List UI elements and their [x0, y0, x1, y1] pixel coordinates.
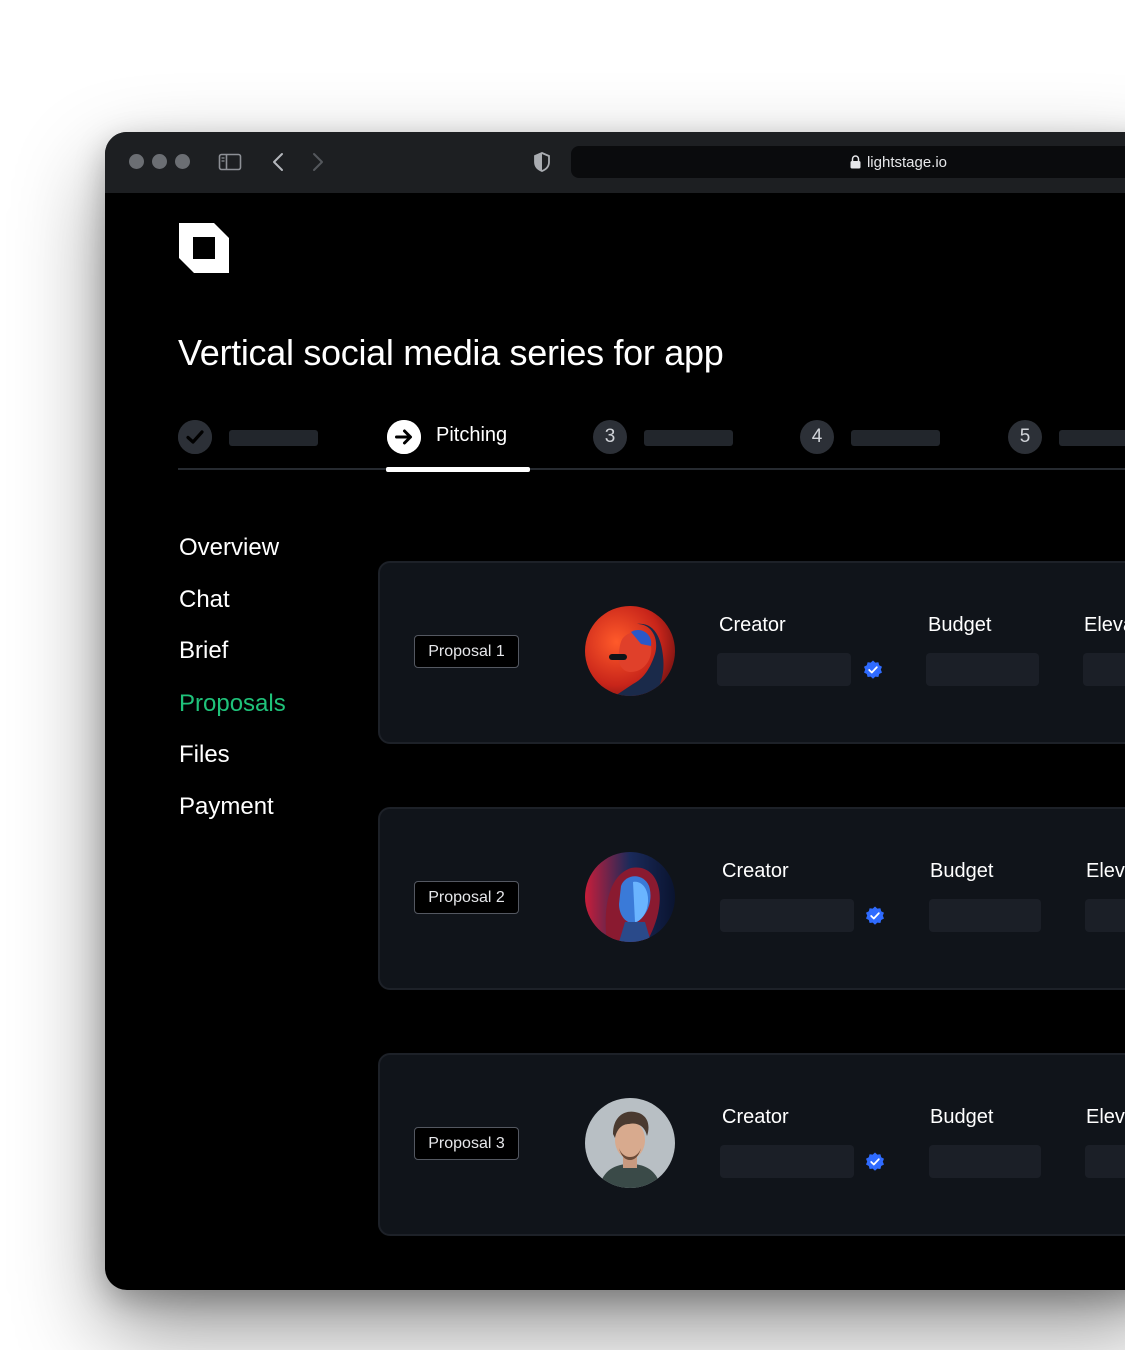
nav-item-payment[interactable]: Payment — [179, 793, 274, 821]
nav-item-overview[interactable]: Overview — [179, 534, 279, 562]
verified-badge-icon — [864, 660, 882, 679]
third-field-placeholder — [1085, 899, 1125, 932]
back-arrow-icon[interactable] — [267, 150, 291, 174]
avatar-neon-woman — [585, 852, 675, 942]
browser-window: lightstage.io Vertical social media seri… — [105, 132, 1125, 1290]
window-zoom-dot[interactable] — [175, 154, 190, 169]
third-field-label: Eleva — [1086, 860, 1125, 882]
address-bar[interactable]: lightstage.io — [571, 146, 1125, 178]
budget-value-placeholder — [926, 653, 1039, 686]
creator-value-placeholder — [717, 653, 851, 686]
step-2-active[interactable] — [387, 420, 421, 454]
third-field-label: Eleva — [1084, 614, 1125, 636]
creator-avatar[interactable] — [585, 852, 675, 942]
shield-icon[interactable] — [530, 150, 554, 174]
third-field-label: Eleva — [1086, 1106, 1125, 1128]
avatar-red-helmet — [585, 606, 675, 696]
creator-avatar[interactable] — [585, 606, 675, 696]
proposal-badge: Proposal 3 — [414, 1127, 519, 1160]
step-1-done[interactable] — [178, 420, 212, 454]
nav-item-brief[interactable]: Brief — [179, 637, 228, 665]
budget-label: Budget — [930, 1106, 994, 1128]
creator-avatar[interactable] — [585, 1098, 675, 1188]
budget-label: Budget — [928, 614, 992, 636]
third-field-placeholder — [1083, 653, 1125, 686]
creator-value-placeholder — [720, 899, 854, 932]
check-icon — [178, 420, 212, 454]
lock-icon — [850, 155, 861, 169]
proposal-badge: Proposal 1 — [414, 635, 519, 668]
step-5-placeholder — [1059, 430, 1125, 446]
avatar-man-portrait — [585, 1098, 675, 1188]
url-text: lightstage.io — [866, 153, 948, 171]
forward-arrow-icon[interactable] — [305, 150, 329, 174]
nav-item-proposals[interactable]: Proposals — [179, 690, 286, 718]
step-4-placeholder — [851, 430, 940, 446]
proposal-card[interactable]: Proposal 1 Creator Budget Elev — [378, 561, 1125, 744]
project-stepper: Pitching 3 4 5 — [178, 420, 1125, 472]
proposal-card[interactable]: Proposal 2 Creator Budget Elev — [378, 807, 1125, 990]
verified-badge-icon — [866, 1152, 884, 1171]
third-field-placeholder — [1085, 1145, 1125, 1178]
creator-label: Creator — [722, 1106, 789, 1128]
window-close-dot[interactable] — [129, 154, 144, 169]
window-minimize-dot[interactable] — [152, 154, 167, 169]
proposal-card[interactable]: Proposal 3 Creator Budget Eleva — [378, 1053, 1125, 1236]
step-2-label[interactable]: Pitching — [436, 424, 507, 447]
nav-item-chat[interactable]: Chat — [179, 586, 230, 614]
nav-item-files[interactable]: Files — [179, 741, 230, 769]
step-1-placeholder — [229, 430, 318, 446]
creator-label: Creator — [719, 614, 786, 636]
step-3-placeholder — [644, 430, 733, 446]
verified-badge-icon — [866, 906, 884, 925]
budget-value-placeholder — [929, 899, 1041, 932]
page-title: Vertical social media series for app — [178, 332, 724, 373]
creator-value-placeholder — [720, 1145, 854, 1178]
stepper-active-indicator — [386, 467, 530, 472]
step-4[interactable]: 4 — [800, 420, 834, 454]
stepper-track — [178, 468, 1125, 470]
browser-titlebar: lightstage.io — [105, 132, 1125, 193]
budget-value-placeholder — [929, 1145, 1041, 1178]
lightstage-logo[interactable] — [179, 223, 229, 273]
step-5[interactable]: 5 — [1008, 420, 1042, 454]
arrow-right-icon — [387, 420, 421, 454]
sidebar-toggle-icon[interactable] — [218, 150, 242, 174]
step-3[interactable]: 3 — [593, 420, 627, 454]
budget-label: Budget — [930, 860, 994, 882]
proposal-badge: Proposal 2 — [414, 881, 519, 914]
creator-label: Creator — [722, 860, 789, 882]
